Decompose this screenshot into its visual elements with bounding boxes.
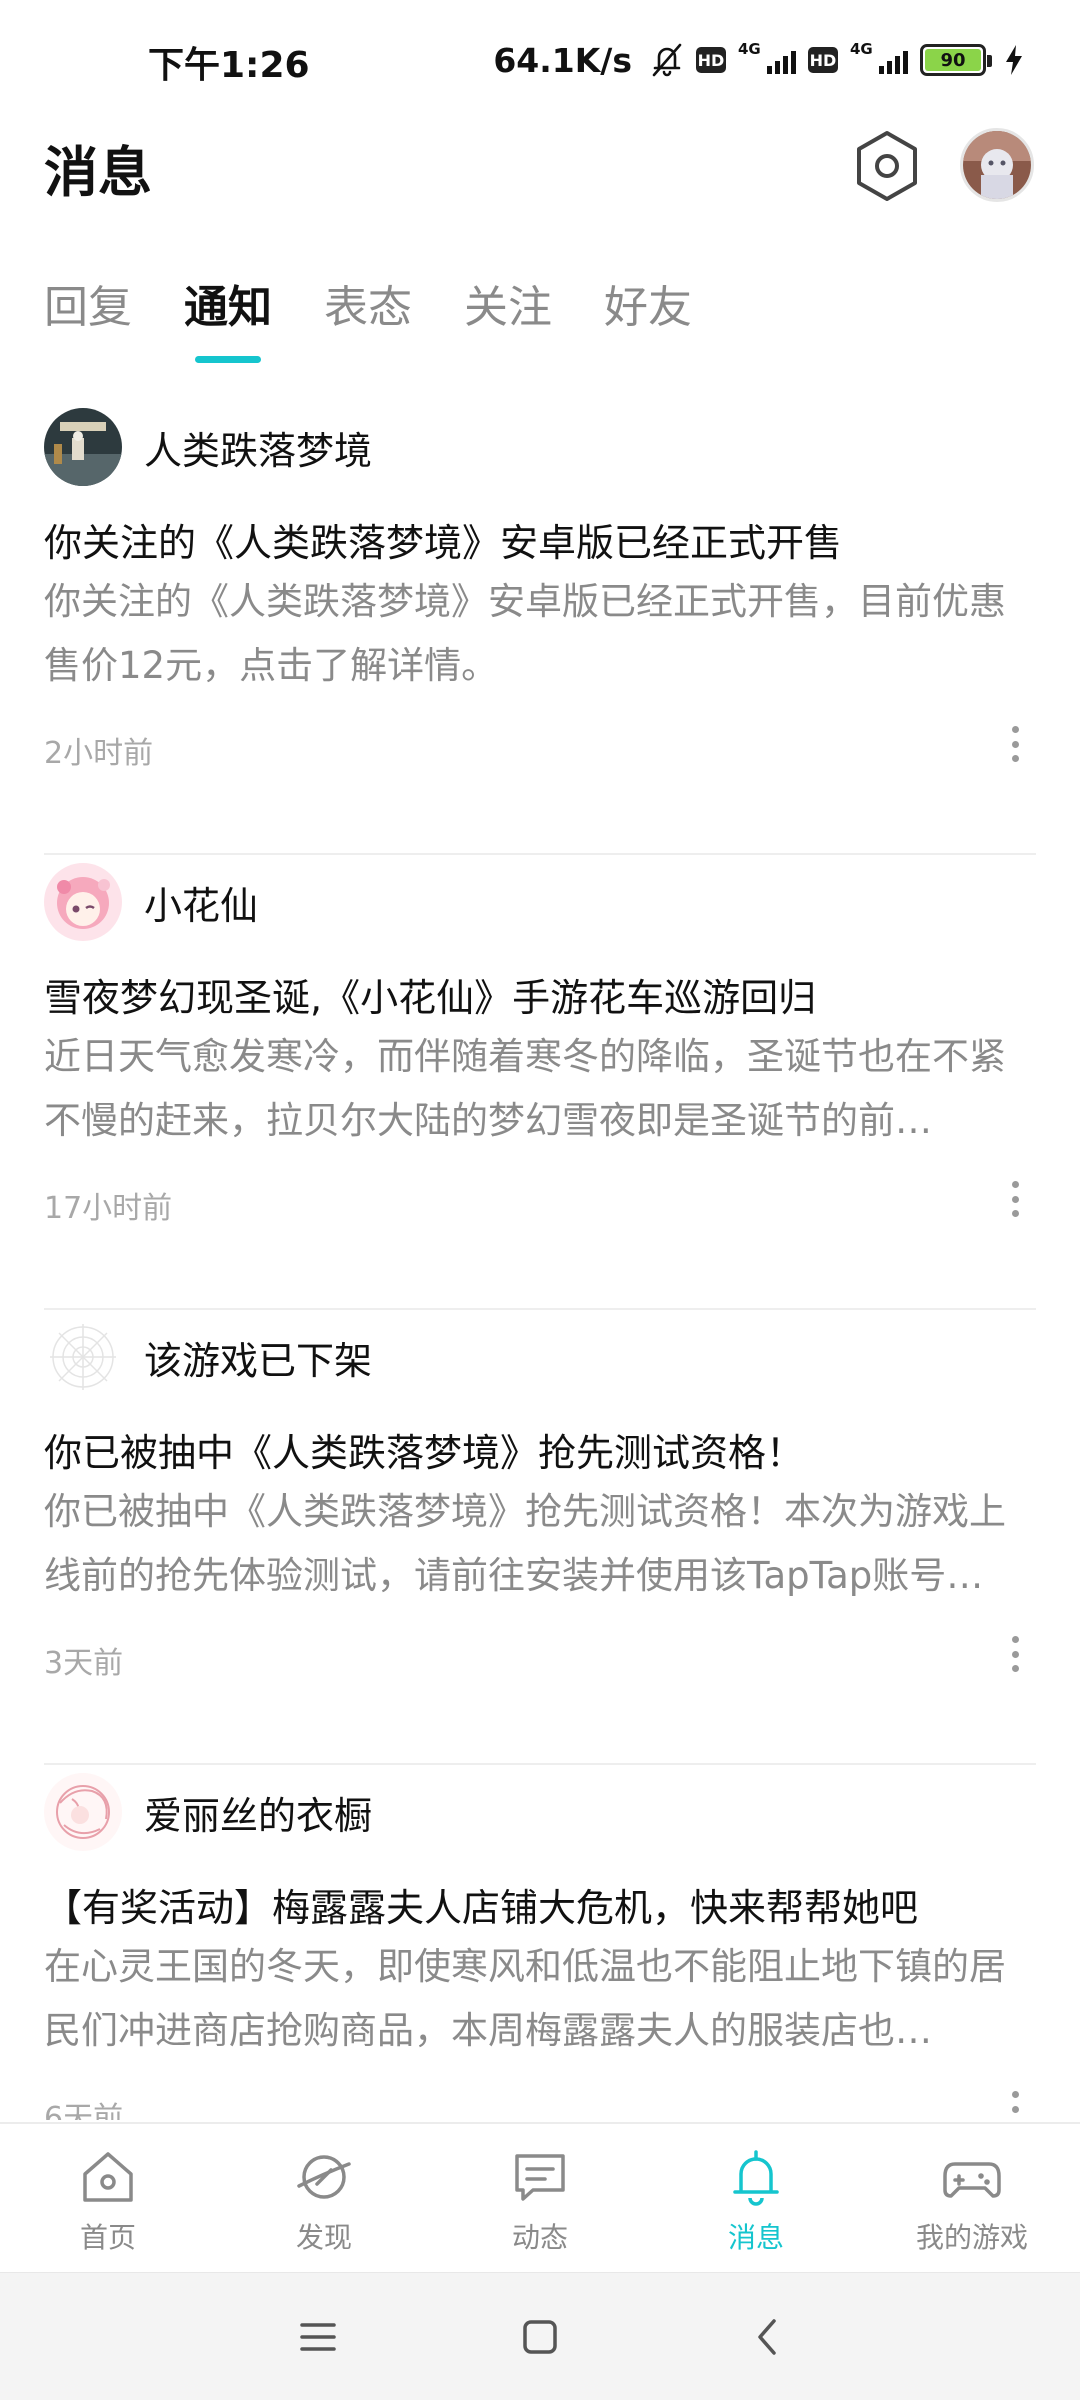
nav-label: 我的游戏 — [915, 2221, 1028, 2254]
charging-bolt-icon — [1006, 45, 1022, 75]
tab-notifications-label: 通知 — [184, 282, 272, 333]
delisted-game-placeholder-image — [44, 1318, 122, 1396]
tab-follows[interactable]: 关注 — [464, 268, 552, 348]
active-tab-indicator — [195, 356, 261, 363]
notification-body: 你关注的《人类跌落梦境》安卓版已经正式开售，目前优惠售价12元，点击了解详情。 — [44, 580, 1006, 687]
notification-time: 6天前 — [44, 2101, 124, 2120]
message-tabs: 回复 通知 表态 关注 好友 — [44, 268, 692, 368]
nav-label: 消息 — [727, 2221, 784, 2254]
back-icon[interactable] — [744, 2313, 792, 2361]
more-options-icon[interactable] — [1000, 2089, 1030, 2120]
more-options-icon[interactable] — [1000, 1634, 1030, 1674]
notification-list: 人类跌落梦境 你关注的《人类跌落梦境》安卓版已经正式开售 你关注的《人类跌落梦境… — [0, 400, 1080, 2120]
notification-time: 2小时前 — [44, 736, 154, 771]
status-time: 下午1:26 — [148, 45, 310, 86]
game-cover-image — [44, 408, 122, 486]
mute-bell-icon — [652, 43, 682, 77]
notification-title: 你已被抽中《人类跌落梦境》抢先测试资格！ — [44, 1431, 805, 1475]
notification-item[interactable]: 爱丽丝的衣橱 【有奖活动】梅露露夫人店铺大危机，快来帮帮她吧 在心灵王国的冬天，… — [44, 1765, 1036, 2120]
tab-replies[interactable]: 回复 — [44, 268, 132, 348]
notification-source: 该游戏已下架 — [144, 1339, 373, 1383]
network-speed: 64.1K/s — [493, 40, 632, 80]
hd-badge: HD — [696, 47, 726, 73]
game-avatar[interactable] — [44, 1773, 122, 1851]
status-icons: 64.1K/s HD 4G HD 4G 90 — [493, 36, 1024, 84]
nav-discover[interactable]: 发现 — [216, 2124, 432, 2272]
signal-icon: 4G — [738, 40, 796, 78]
menu-icon[interactable] — [294, 2313, 342, 2361]
notification-item[interactable]: 该游戏已下架 你已被抽中《人类跌落梦境》抢先测试资格！ 你已被抽中《人类跌落梦境… — [44, 1310, 1036, 1765]
user-avatar[interactable] — [960, 128, 1034, 202]
tab-reactions[interactable]: 表态 — [324, 268, 412, 348]
feed-icon — [515, 2154, 565, 2201]
game-avatar[interactable] — [44, 863, 122, 941]
signal-icon: 4G — [850, 40, 908, 78]
battery-level: 90 — [925, 49, 981, 71]
notification-time: 17小时前 — [44, 1191, 173, 1226]
nav-home[interactable]: 首页 — [0, 2124, 216, 2272]
home-icon — [83, 2152, 133, 2202]
more-options-icon[interactable] — [1000, 1179, 1030, 1219]
notification-title: 雪夜梦幻现圣诞,《小花仙》手游花车巡游回归 — [44, 976, 817, 1020]
game-cover-image — [44, 1773, 122, 1851]
game-avatar[interactable] — [44, 408, 122, 486]
settings-hexagon-icon — [857, 131, 917, 201]
discover-icon — [297, 2155, 351, 2199]
notification-item[interactable]: 小花仙 雪夜梦幻现圣诞,《小花仙》手游花车巡游回归 近日天气愈发寒冷，而伴随着寒… — [44, 855, 1036, 1310]
battery-icon: 90 — [920, 44, 992, 76]
nav-feed[interactable]: 动态 — [432, 2124, 648, 2272]
notification-source: 爱丽丝的衣橱 — [144, 1794, 373, 1838]
hd-badge: HD — [808, 47, 838, 73]
nav-label: 首页 — [79, 2221, 136, 2254]
notification-body: 近日天气愈发寒冷，而伴随着寒冬的降临，圣诞节也在不紧不慢的赶来，拉贝尔大陆的梦幻… — [44, 1035, 1006, 1142]
notification-item[interactable]: 人类跌落梦境 你关注的《人类跌落梦境》安卓版已经正式开售 你关注的《人类跌落梦境… — [44, 400, 1036, 855]
gamepad-icon — [943, 2162, 1001, 2198]
tab-friends[interactable]: 好友 — [604, 268, 692, 348]
notification-title: 【有奖活动】梅露露夫人店铺大危机，快来帮帮她吧 — [44, 1886, 919, 1930]
page-title: 消息 — [44, 141, 152, 204]
nav-my-games[interactable]: 我的游戏 — [864, 2124, 1080, 2272]
home-square-icon[interactable] — [516, 2313, 564, 2361]
notification-source: 人类跌落梦境 — [144, 429, 373, 473]
notification-time: 3天前 — [44, 1646, 124, 1681]
nav-messages[interactable]: 消息 — [648, 2124, 864, 2272]
notification-title: 你关注的《人类跌落梦境》安卓版已经正式开售 — [44, 521, 843, 565]
system-navigation-bar — [0, 2272, 1080, 2400]
settings-button[interactable] — [852, 128, 922, 204]
avatar-image — [963, 131, 1031, 199]
status-bar: 下午1:26 64.1K/s HD 4G HD 4G 90 — [0, 0, 1080, 120]
bottom-navigation: 首页 发现 动态 消息 我的游戏 — [0, 2122, 1080, 2272]
more-options-icon[interactable] — [1000, 724, 1030, 764]
notification-body: 在心灵王国的冬天，即使寒风和低温也不能阻止地下镇的居民们冲进商店抢购商品，本周梅… — [44, 1945, 1006, 2052]
tab-notifications[interactable]: 通知 — [184, 268, 272, 363]
game-cover-image — [44, 863, 122, 941]
screen: 下午1:26 64.1K/s HD 4G HD 4G 90 消息 回复 通知 表… — [0, 0, 1080, 2400]
notification-body: 你已被抽中《人类跌落梦境》抢先测试资格！本次为游戏上线前的抢先体验测试，请前往安… — [44, 1490, 1006, 1597]
bell-icon — [733, 2150, 779, 2206]
game-avatar[interactable] — [44, 1318, 122, 1396]
nav-label: 发现 — [295, 2221, 352, 2254]
notification-source: 小花仙 — [144, 884, 259, 928]
nav-label: 动态 — [511, 2221, 568, 2254]
